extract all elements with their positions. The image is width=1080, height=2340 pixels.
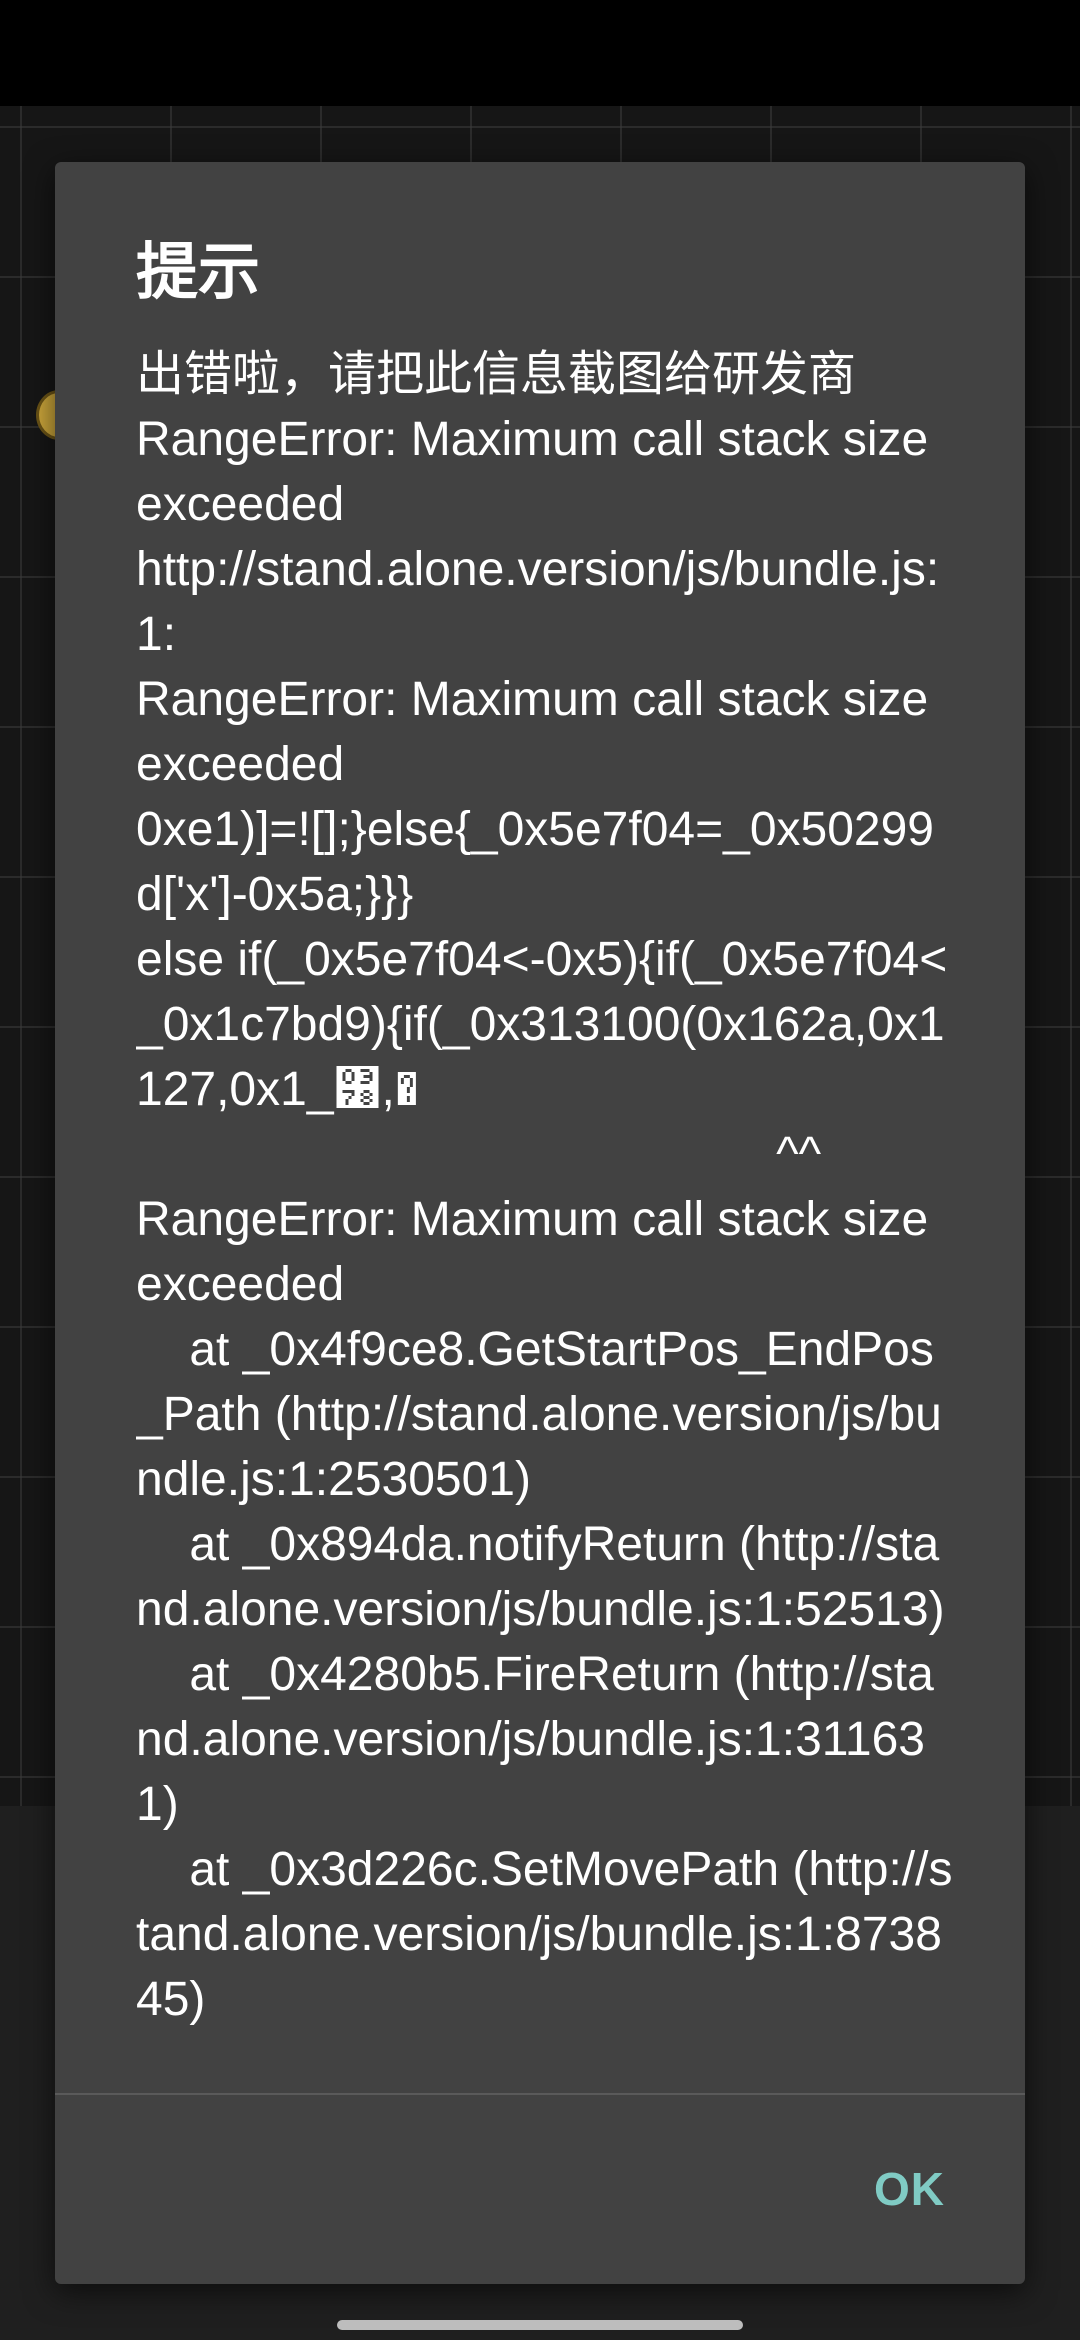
error-dialog: 提示 出错啦，请把此信息截图给研发商 RangeError: Maximum c… [55, 162, 1025, 2284]
screen: 提示 出错啦，请把此信息截图给研发商 RangeError: Maximum c… [0, 0, 1080, 2340]
error-message[interactable]: 出错啦，请把此信息截图给研发商 RangeError: Maximum call… [136, 342, 956, 2254]
ok-button[interactable]: OK [874, 2162, 945, 2216]
home-indicator[interactable] [337, 2320, 743, 2330]
dialog-title: 提示 [136, 235, 261, 308]
dialog-divider [55, 2093, 1025, 2095]
